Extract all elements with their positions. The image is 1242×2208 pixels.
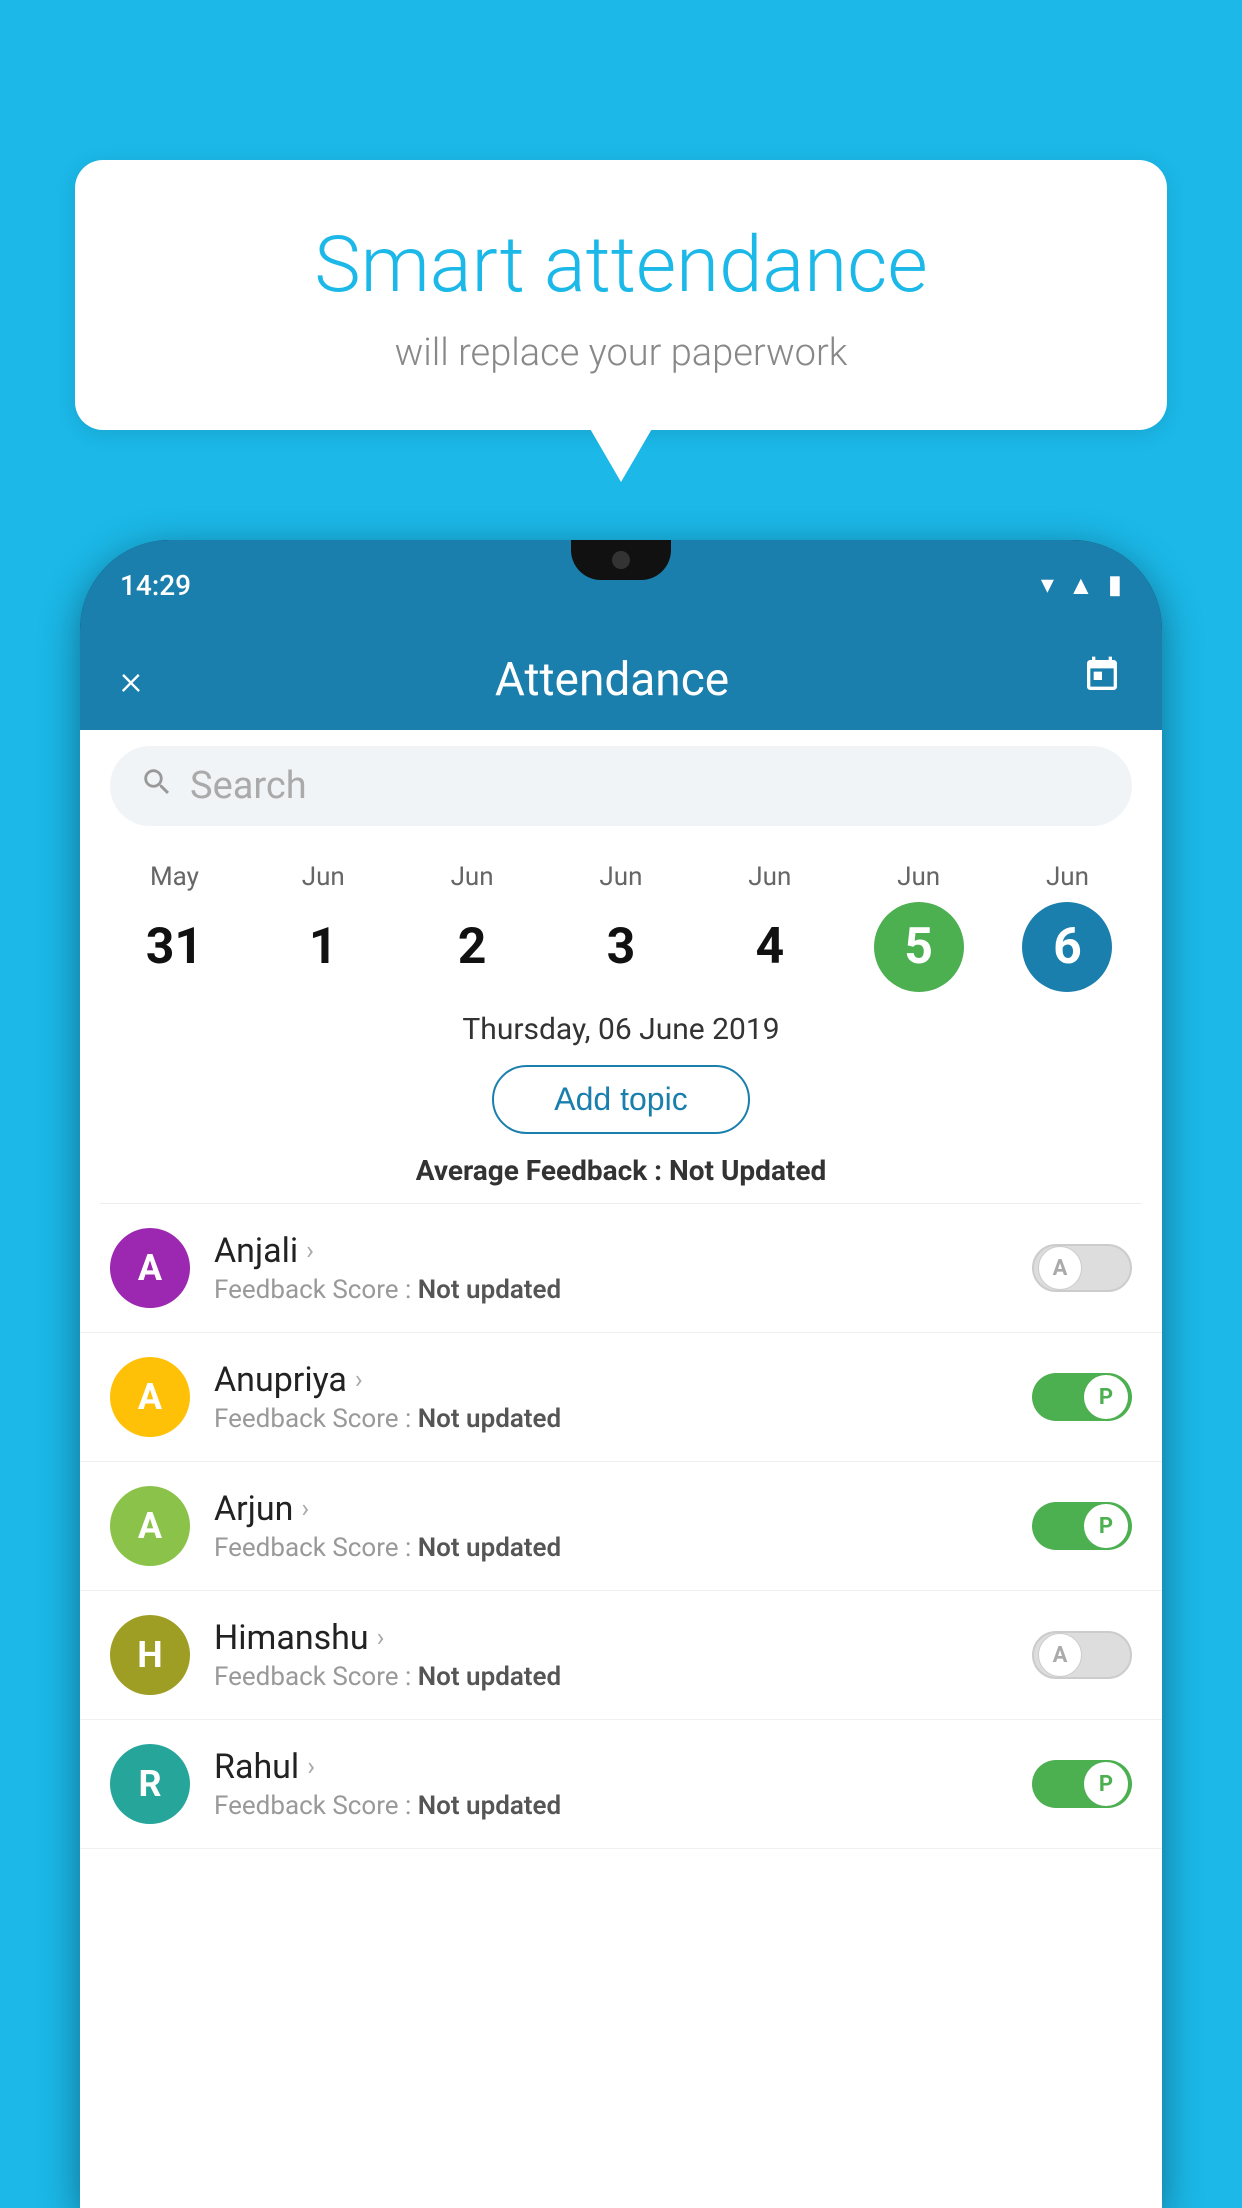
feedback-score: Feedback Score : Not updated: [214, 1791, 1008, 1821]
student-row[interactable]: R Rahul › Feedback Score : Not updated P: [80, 1720, 1162, 1849]
toggle-knob: P: [1084, 1375, 1128, 1419]
student-name: Arjun ›: [214, 1489, 1008, 1529]
chevron-right-icon: ›: [307, 1752, 315, 1782]
student-info: Arjun › Feedback Score : Not updated: [214, 1489, 1008, 1563]
cal-date[interactable]: 5: [874, 902, 964, 992]
attendance-toggle[interactable]: P: [1032, 1502, 1132, 1550]
cal-month: Jun: [748, 862, 791, 892]
student-info: Anupriya › Feedback Score : Not updated: [214, 1360, 1008, 1434]
cal-date[interactable]: 2: [427, 902, 517, 992]
attendance-toggle[interactable]: A: [1032, 1244, 1132, 1292]
cal-day-6[interactable]: Jun 6: [1012, 862, 1122, 992]
selected-date-label: Thursday, 06 June 2019: [80, 1002, 1162, 1055]
student-row[interactable]: A Anjali › Feedback Score : Not updated A: [80, 1204, 1162, 1333]
feedback-score: Feedback Score : Not updated: [214, 1275, 1008, 1305]
phone-frame: 14:29 ▾ ▲ ▮ × Attendance Search: [80, 540, 1162, 2208]
feedback-score: Feedback Score : Not updated: [214, 1662, 1008, 1692]
toggle-knob: P: [1084, 1504, 1128, 1548]
attendance-toggle[interactable]: A: [1032, 1631, 1132, 1679]
student-list: AAnjali ›Feedback Score : Not updatedAAA…: [80, 1204, 1162, 1849]
cal-date[interactable]: 31: [129, 902, 219, 992]
student-info: Himanshu › Feedback Score : Not updated: [214, 1618, 1008, 1692]
status-bar: 14:29 ▾ ▲ ▮: [80, 540, 1162, 630]
avg-feedback-value: Not Updated: [669, 1154, 826, 1187]
student-name: Anjali ›: [214, 1231, 1008, 1271]
wifi-icon: ▾: [1041, 570, 1054, 600]
student-row[interactable]: A Arjun › Feedback Score : Not updated P: [80, 1462, 1162, 1591]
attendance-toggle[interactable]: P: [1032, 1373, 1132, 1421]
feedback-score: Feedback Score : Not updated: [214, 1404, 1008, 1434]
avg-feedback-prefix: Average Feedback :: [416, 1154, 669, 1187]
status-time: 14:29: [120, 569, 191, 602]
battery-icon: ▮: [1108, 570, 1122, 600]
notch: [571, 540, 671, 580]
student-row[interactable]: H Himanshu › Feedback Score : Not updated A: [80, 1591, 1162, 1720]
bubble-title: Smart attendance: [135, 220, 1107, 311]
chevron-right-icon: ›: [355, 1365, 363, 1395]
avatar: R: [110, 1744, 190, 1824]
toggle-knob: A: [1038, 1246, 1082, 1290]
chevron-right-icon: ›: [377, 1623, 385, 1653]
cal-month: Jun: [1046, 862, 1089, 892]
cal-month: Jun: [897, 862, 940, 892]
cal-day-3[interactable]: Jun 3: [566, 862, 676, 992]
toggle-knob: P: [1084, 1762, 1128, 1806]
camera-dot: [612, 551, 630, 569]
cal-month: Jun: [599, 862, 642, 892]
avatar: A: [110, 1357, 190, 1437]
avatar: H: [110, 1615, 190, 1695]
cal-date[interactable]: 6: [1022, 902, 1112, 992]
cal-day-0[interactable]: May 31: [119, 862, 229, 992]
cal-day-2[interactable]: Jun 2: [417, 862, 527, 992]
cal-date[interactable]: 3: [576, 902, 666, 992]
header-title: Attendance: [495, 653, 729, 707]
signal-icon: ▲: [1068, 570, 1094, 601]
phone-content: Search May 31 Jun 1 Jun 2 Jun 3 Jun 4 Jun 5 Jun 6 Thu…: [80, 730, 1162, 2208]
speech-bubble: Smart attendance will replace your paper…: [75, 160, 1167, 430]
status-icons: ▾ ▲ ▮: [1041, 570, 1122, 601]
feedback-score: Feedback Score : Not updated: [214, 1533, 1008, 1563]
cal-day-1[interactable]: Jun 1: [268, 862, 378, 992]
calendar-strip: May 31 Jun 1 Jun 2 Jun 3 Jun 4 Jun 5 Jun 6: [80, 842, 1162, 1002]
toggle-knob: A: [1038, 1633, 1082, 1677]
avg-feedback: Average Feedback : Not Updated: [80, 1144, 1162, 1203]
cal-date[interactable]: 1: [278, 902, 368, 992]
student-info: Rahul › Feedback Score : Not updated: [214, 1747, 1008, 1821]
search-bar[interactable]: Search: [110, 746, 1132, 826]
student-name: Anupriya ›: [214, 1360, 1008, 1400]
cal-day-5[interactable]: Jun 5: [864, 862, 974, 992]
student-info: Anjali › Feedback Score : Not updated: [214, 1231, 1008, 1305]
student-name: Himanshu ›: [214, 1618, 1008, 1658]
cal-date[interactable]: 4: [725, 902, 815, 992]
cal-month: May: [150, 862, 199, 892]
close-button[interactable]: ×: [120, 656, 142, 705]
chevron-right-icon: ›: [306, 1236, 314, 1266]
bubble-subtitle: will replace your paperwork: [135, 331, 1107, 375]
chevron-right-icon: ›: [301, 1494, 309, 1524]
attendance-toggle[interactable]: P: [1032, 1760, 1132, 1808]
search-icon: [140, 765, 174, 808]
app-header: × Attendance: [80, 630, 1162, 730]
cal-month: Jun: [302, 862, 345, 892]
student-name: Rahul ›: [214, 1747, 1008, 1787]
avatar: A: [110, 1486, 190, 1566]
search-placeholder: Search: [190, 764, 307, 808]
avatar: A: [110, 1228, 190, 1308]
add-topic-button[interactable]: Add topic: [492, 1065, 749, 1134]
student-row[interactable]: A Anupriya › Feedback Score : Not updated P: [80, 1333, 1162, 1462]
calendar-icon[interactable]: [1082, 655, 1122, 705]
cal-month: Jun: [451, 862, 494, 892]
cal-day-4[interactable]: Jun 4: [715, 862, 825, 992]
